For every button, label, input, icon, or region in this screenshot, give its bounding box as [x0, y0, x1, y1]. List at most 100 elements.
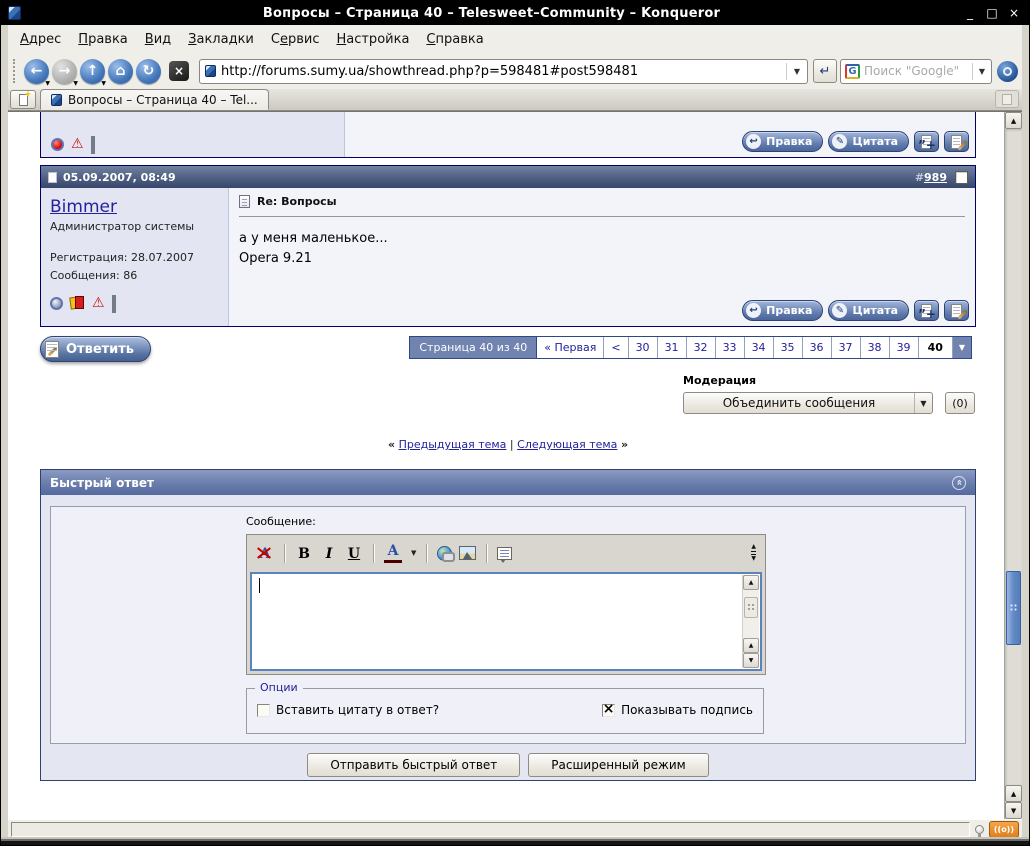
font-color-dropdown-icon[interactable]: ▼ [411, 549, 416, 557]
bold-button[interactable]: B [295, 543, 313, 563]
vertical-scrollbar[interactable]: ▲ ▲ ▼ [1004, 112, 1022, 819]
message-textarea[interactable]: ▲ ▲ ▼ [250, 572, 762, 671]
insert-link-icon[interactable] [437, 546, 452, 561]
menu-location[interactable]: Адрес [20, 32, 61, 47]
up-button[interactable]: ↑▼ [80, 59, 105, 84]
textarea-scroll-track[interactable] [743, 590, 759, 638]
advanced-mode-button[interactable]: Расширенный режим [528, 753, 708, 777]
title-bar[interactable]: Вопросы – Страница 40 – Telesweet–Commun… [1, 1, 1029, 25]
editor-resize-controls[interactable]: ▲ ▼ [751, 544, 756, 562]
collapse-panel-icon[interactable]: « [952, 476, 966, 490]
pagination-link[interactable]: 31 [658, 337, 687, 358]
go-button[interactable]: ↵ [813, 59, 837, 83]
quick-reply-button[interactable] [944, 300, 969, 321]
insert-quote-checkbox[interactable]: × [257, 704, 270, 717]
security-bulb-icon[interactable] [975, 825, 984, 834]
menu-bookmarks[interactable]: Закладки [188, 32, 254, 47]
edit-post-button[interactable]: ↩Правка [742, 131, 823, 152]
grow-editor-icon[interactable]: ▼ [751, 554, 756, 562]
pagination-link[interactable]: 37 [832, 337, 861, 358]
ip-address-icon[interactable] [91, 138, 106, 151]
url-input[interactable] [221, 64, 781, 79]
pagination-link[interactable]: 35 [774, 337, 803, 358]
back-button[interactable]: ←▼ [24, 59, 49, 84]
close-tab-button[interactable] [995, 90, 1019, 108]
remove-formatting-button[interactable]: A [256, 543, 274, 563]
infraction-cards-icon[interactable] [70, 296, 85, 310]
scroll-down-icon[interactable]: ▼ [743, 653, 759, 668]
previous-topic-link[interactable]: Предыдущая тема [399, 438, 507, 451]
pagination-link[interactable]: < [604, 337, 628, 358]
pagination-link[interactable]: 32 [687, 337, 716, 358]
menu-edit[interactable]: Правка [78, 32, 127, 47]
pagination-link[interactable]: « Первая [537, 337, 604, 358]
quick-reply-button[interactable] [944, 131, 969, 152]
search-engine-dropdown-icon[interactable]: ▼ [977, 67, 987, 76]
underline-button[interactable]: U [345, 543, 363, 563]
search-divider [972, 63, 973, 80]
shrink-editor-icon[interactable]: ▲ [751, 544, 756, 552]
submit-quick-reply-button[interactable]: Отправить быстрый ответ [307, 753, 520, 777]
toolbar-grip[interactable] [13, 59, 18, 83]
menu-settings[interactable]: Настройка [336, 32, 409, 47]
quote-post-button[interactable]: ✎Цитата [828, 300, 909, 321]
show-signature-option[interactable]: × Показывать подпись [602, 703, 753, 717]
stop-button[interactable]: × [169, 61, 189, 81]
scroll-up-icon[interactable]: ▲ [743, 638, 759, 653]
pagination-link[interactable]: 34 [745, 337, 774, 358]
post-number-link[interactable]: 989 [924, 171, 947, 184]
scroll-up-icon[interactable]: ▲ [1005, 785, 1022, 802]
multiquote-button[interactable]: ”+ [914, 131, 939, 152]
search-input[interactable] [864, 64, 968, 78]
reply-button[interactable]: Ответить [40, 336, 151, 362]
insert-quote-option[interactable]: × Вставить цитату в ответ? [257, 703, 439, 717]
url-history-dropdown-icon[interactable]: ▼ [792, 67, 802, 76]
report-post-icon[interactable]: ⚠ [92, 296, 105, 310]
insert-image-icon[interactable] [459, 546, 476, 560]
rss-feed-button[interactable]: ((o)) [989, 821, 1019, 837]
konqueror-window-icon[interactable] [8, 6, 21, 20]
tab-active[interactable]: Вопросы – Страница 40 – Tel... [40, 89, 269, 110]
menu-view[interactable]: Вид [145, 32, 171, 47]
textarea-scroll-thumb[interactable] [744, 597, 758, 618]
quote-post-button[interactable]: ✎Цитата [828, 131, 909, 152]
pagination-link[interactable]: 36 [803, 337, 832, 358]
next-topic-link[interactable]: Следующая тема [517, 438, 617, 451]
pagination-link[interactable]: 39 [890, 337, 919, 358]
toolbar-separator [284, 544, 285, 563]
close-icon[interactable]: × [1006, 6, 1022, 20]
moderation-select[interactable]: Объединить сообщения ▼ [683, 392, 933, 414]
pagination-menu-button[interactable]: ▼ [953, 337, 971, 358]
report-post-icon[interactable]: ⚠ [71, 137, 84, 151]
menu-help[interactable]: Справка [426, 32, 483, 47]
reload-button[interactable]: ↻ [136, 59, 161, 84]
italic-button[interactable]: I [320, 543, 338, 563]
pagination-link[interactable]: 38 [861, 337, 890, 358]
maximize-icon[interactable]: □ [984, 6, 1000, 20]
scroll-up-icon[interactable]: ▲ [743, 575, 759, 590]
post-date-icon [48, 172, 57, 183]
home-button[interactable]: ⌂ [108, 59, 133, 84]
new-tab-button[interactable] [10, 90, 36, 109]
textarea-scrollbar[interactable]: ▲ ▲ ▼ [742, 575, 759, 668]
scroll-down-icon[interactable]: ▼ [1005, 802, 1022, 819]
minimize-icon[interactable]: _ [962, 6, 978, 20]
forward-button[interactable]: →▼ [52, 59, 77, 84]
scrollbar-thumb[interactable] [1006, 571, 1021, 645]
wrap-quote-icon[interactable] [497, 547, 512, 560]
ip-address-icon[interactable] [112, 297, 127, 310]
pagination-info: Страница 40 из 40 [410, 337, 537, 358]
menu-tools[interactable]: Сервис [271, 32, 320, 47]
username-link[interactable]: Bimmer [50, 197, 117, 217]
show-signature-checkbox[interactable]: × [602, 704, 615, 717]
pagination-link[interactable]: 33 [716, 337, 745, 358]
scrollbar-track[interactable] [1005, 129, 1022, 785]
moderation-count-button[interactable]: (0) [945, 392, 975, 414]
edit-post-button[interactable]: ↩Правка [742, 300, 823, 321]
pagination-link[interactable]: 30 [629, 337, 658, 358]
post-select-checkbox[interactable] [955, 171, 968, 184]
multiquote-button[interactable]: ”+ [914, 300, 939, 321]
scroll-up-icon[interactable]: ▲ [1005, 112, 1022, 129]
font-color-button[interactable]: A [384, 543, 402, 563]
google-icon[interactable]: G [845, 64, 860, 79]
